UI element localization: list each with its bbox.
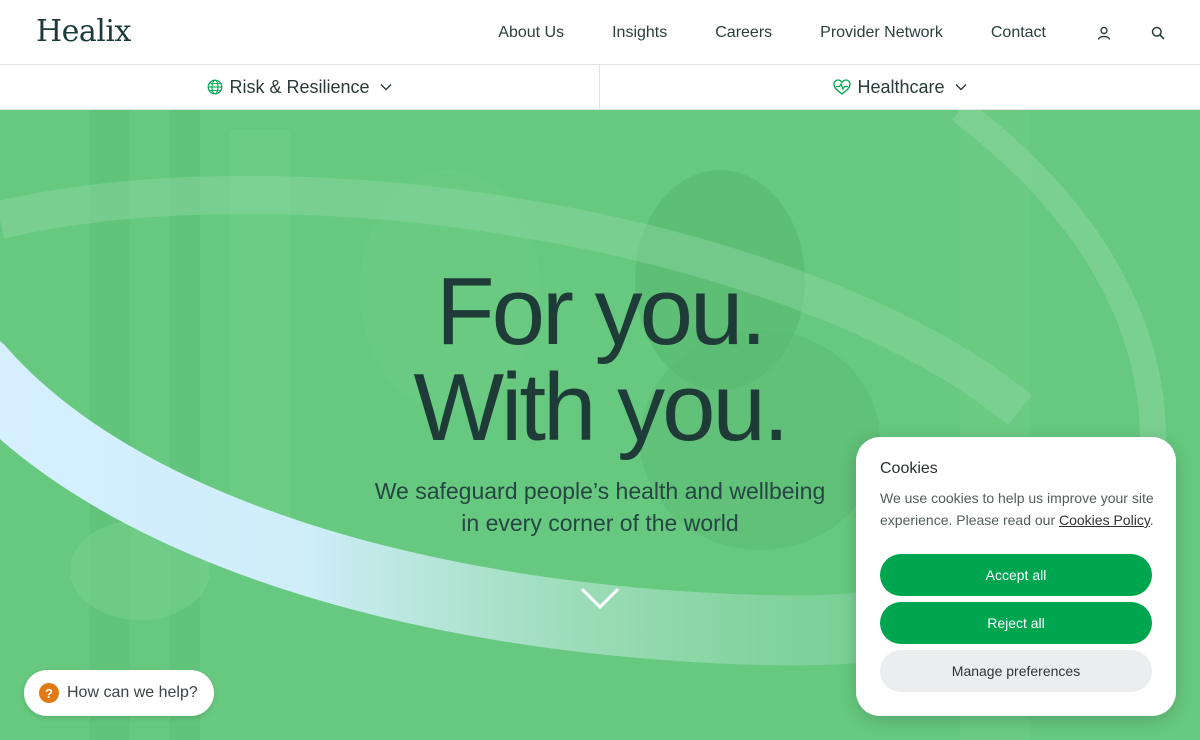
cookie-message-end: . xyxy=(1149,512,1154,528)
chevron-down-icon xyxy=(955,84,967,91)
main-nav: About Us Insights Careers Provider Netwo… xyxy=(498,0,1200,65)
reject-all-button[interactable]: Reject all xyxy=(880,602,1152,644)
question-icon: ? xyxy=(39,683,59,703)
nav-provider-network[interactable]: Provider Network xyxy=(820,24,943,42)
sector-nav: Risk & Resilience Healthcare xyxy=(0,65,1200,110)
cookie-title: Cookies xyxy=(880,460,938,477)
manage-preferences-button[interactable]: Manage preferences xyxy=(880,650,1152,692)
globe-icon xyxy=(208,79,223,95)
healthcare-menu[interactable]: Healthcare xyxy=(600,65,1200,109)
chevron-down-icon[interactable] xyxy=(580,586,620,610)
nav-careers[interactable]: Careers xyxy=(715,24,772,42)
accept-all-button[interactable]: Accept all xyxy=(880,554,1152,596)
chevron-down-icon xyxy=(380,84,392,91)
help-label: How can we help? xyxy=(67,684,198,701)
user-icon[interactable] xyxy=(1094,23,1114,43)
cookie-consent-panel: Cookies We use cookies to help us improv… xyxy=(856,437,1176,716)
risk-resilience-label: Risk & Resilience xyxy=(229,76,370,97)
healthcare-label: Healthcare xyxy=(857,76,945,97)
help-chat-button[interactable]: ? How can we help? xyxy=(24,670,214,716)
cookies-policy-link[interactable]: Cookies Policy xyxy=(1059,512,1150,528)
heart-pulse-icon xyxy=(833,79,852,95)
nav-contact[interactable]: Contact xyxy=(991,24,1046,42)
healix-logo[interactable]: Healix xyxy=(36,14,131,49)
cookie-message: We use cookies to help us improve your s… xyxy=(880,487,1160,531)
search-icon[interactable] xyxy=(1148,23,1168,43)
risk-resilience-menu[interactable]: Risk & Resilience xyxy=(0,65,600,109)
site-header: Healix About Us Insights Careers Provide… xyxy=(0,0,1200,65)
nav-about-us[interactable]: About Us xyxy=(498,24,564,42)
hero-headline-line-1: For you. xyxy=(435,258,767,365)
nav-insights[interactable]: Insights xyxy=(612,24,667,42)
